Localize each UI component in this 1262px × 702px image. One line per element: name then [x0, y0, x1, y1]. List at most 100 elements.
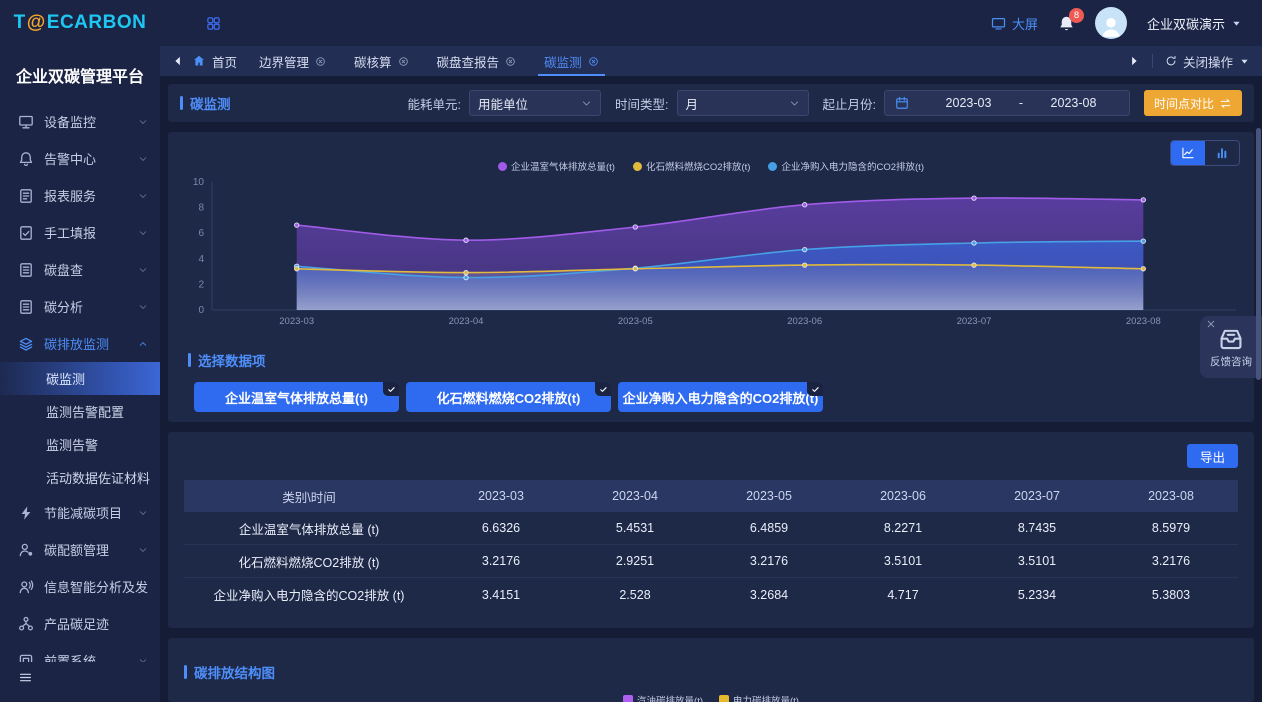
tab-1[interactable]: 边界管理: [259, 46, 326, 76]
close-operations-menu[interactable]: 关闭操作: [1165, 52, 1250, 71]
time-type-value: 月: [686, 94, 699, 113]
feedback-label: 反馈咨询: [1210, 354, 1252, 369]
table-row: 企业温室气体排放总量 (t)6.63265.45316.48598.22718.…: [184, 512, 1238, 545]
sidebar-item[interactable]: 节能减碳项目: [0, 494, 160, 531]
line-chart-toggle-button[interactable]: [1171, 141, 1205, 165]
user-avatar[interactable]: [1095, 7, 1127, 39]
table-header-cell: 2023-03: [434, 489, 568, 503]
broadcast-icon: [18, 579, 34, 595]
accent-bar: [188, 353, 191, 367]
refresh-icon: [1165, 55, 1177, 67]
table-row-label: 企业净购入电力隐含的CO2排放 (t): [184, 585, 434, 604]
sidebar-item[interactable]: 产品碳足迹: [0, 605, 160, 642]
tab-close-button[interactable]: [398, 56, 409, 67]
chevron-down-icon: [581, 98, 592, 109]
sidebar-item[interactable]: 碳排放监测: [0, 325, 160, 362]
svg-text:2023-03: 2023-03: [279, 316, 314, 327]
chevron-down-icon: [138, 265, 148, 275]
tab-close-button[interactable]: [315, 56, 326, 67]
page-title-block: 碳监测: [180, 93, 231, 113]
sidebar-item-label: 报表服务: [44, 186, 138, 205]
tab-4[interactable]: 碳监测: [544, 46, 599, 76]
tab-close-button[interactable]: [505, 56, 516, 67]
data-option-button[interactable]: 化石燃料燃烧CO2排放(t): [406, 382, 611, 412]
tab-close-icon: [588, 56, 599, 67]
sidebar-item[interactable]: 碳盘查: [0, 251, 160, 288]
checked-badge: [383, 382, 399, 396]
sidebar-collapse-button[interactable]: [0, 662, 160, 702]
table-header-cell: 2023-04: [568, 489, 702, 503]
legend-item[interactable]: 企业净购入电力隐含的CO2排放(t): [768, 159, 924, 173]
close-icon: [1206, 319, 1216, 329]
tab-2[interactable]: 碳核算: [354, 46, 409, 76]
sidebar-item[interactable]: 设备监控: [0, 103, 160, 140]
table-cell: 6.6326: [434, 521, 568, 535]
sidebar-subitem[interactable]: 碳监测: [0, 362, 160, 395]
tabs-scroll-left-button[interactable]: [172, 55, 184, 67]
sidebar-item-label: 前置系统: [44, 651, 138, 662]
quota-icon: [18, 542, 34, 558]
big-screen-button[interactable]: 大屏: [991, 14, 1038, 33]
tabs-scroll-right-button[interactable]: [1128, 55, 1140, 67]
sidebar-item-label: 产品碳足迹: [44, 614, 148, 633]
energy-unit-label: 能耗单元:: [408, 94, 461, 113]
sidebar-item[interactable]: 告警中心: [0, 140, 160, 177]
tab-close-icon: [505, 56, 516, 67]
caret-down-icon: [1231, 18, 1242, 29]
legend-item[interactable]: 电力碳排放量(t): [719, 693, 799, 702]
month-range-label: 起止月份:: [823, 94, 876, 113]
legend-item[interactable]: 企业温室气体排放总量(t): [498, 159, 615, 173]
data-option-button[interactable]: 企业净购入电力隐含的CO2排放(t): [618, 382, 823, 412]
tab-home[interactable]: 首页: [192, 52, 237, 71]
carbon-monitor-chart-panel: 企业温室气体排放总量(t)化石燃料燃烧CO2排放(t)企业净购入电力隐含的CO2…: [168, 132, 1254, 422]
system-icon: [18, 653, 34, 663]
sidebar-item[interactable]: 碳配额管理: [0, 531, 160, 568]
close-icon[interactable]: [1206, 319, 1216, 329]
time-compare-button[interactable]: 时间点对比: [1144, 90, 1242, 116]
table-cell: 5.4531: [568, 521, 702, 535]
accent-bar: [184, 665, 187, 679]
sidebar-subitem[interactable]: 监测告警配置: [0, 395, 160, 428]
energy-unit-select[interactable]: 用能单位: [469, 90, 601, 116]
accent-bar: [180, 96, 183, 110]
legend-item[interactable]: 化石燃料燃烧CO2排放(t): [633, 159, 751, 173]
month-range-picker[interactable]: 2023-03 - 2023-08: [884, 90, 1130, 116]
tab-close-button[interactable]: [588, 56, 599, 67]
legend-item[interactable]: 汽油碳排放量(t): [623, 693, 703, 702]
feedback-widget[interactable]: 反馈咨询: [1200, 316, 1262, 378]
table-cell: 6.4859: [702, 521, 836, 535]
table-row: 化石燃料燃烧CO2排放 (t)3.21762.92513.21763.51013…: [184, 545, 1238, 578]
screen-icon: [991, 16, 1006, 31]
sidebar-subitem-label: 活动数据佐证材料: [46, 468, 150, 487]
tab-label: 碳盘查报告: [437, 52, 500, 71]
chart-type-toggle: [1170, 140, 1240, 166]
table-header-cell: 2023-06: [836, 489, 970, 503]
scrollbar-thumb[interactable]: [1256, 128, 1261, 380]
notification-bell-button[interactable]: 8: [1058, 15, 1075, 32]
table-cell: 3.5101: [970, 554, 1104, 568]
data-option-button[interactable]: 企业温室气体排放总量(t): [194, 382, 399, 412]
sidebar-subitem-label: 碳监测: [46, 369, 85, 388]
legend-swatch: [719, 695, 729, 702]
filter-bar: 碳监测 能耗单元: 用能单位 时间类型: 月: [168, 84, 1254, 122]
svg-text:2023-04: 2023-04: [449, 316, 484, 327]
sidebar-item[interactable]: 手工填报: [0, 214, 160, 251]
apps-grid-button[interactable]: [206, 16, 221, 31]
table-cell: 8.5979: [1104, 521, 1238, 535]
home-icon: [192, 54, 206, 68]
export-button[interactable]: 导出: [1187, 444, 1238, 468]
range-separator: -: [1014, 96, 1028, 110]
tab-3[interactable]: 碳盘查报告: [437, 46, 517, 76]
sidebar-item[interactable]: 报表服务: [0, 177, 160, 214]
user-menu[interactable]: 企业双碳演示: [1147, 14, 1242, 33]
calendar-icon: [895, 96, 909, 110]
sidebar-item[interactable]: 碳分析: [0, 288, 160, 325]
sidebar-subitem[interactable]: 监测告警: [0, 428, 160, 461]
data-select-options: 企业温室气体排放总量(t)化石燃料燃烧CO2排放(t)企业净购入电力隐含的CO2…: [184, 370, 1238, 412]
bar-chart-toggle-button[interactable]: [1205, 141, 1239, 165]
table-cell: 2.9251: [568, 554, 702, 568]
time-type-select[interactable]: 月: [677, 90, 809, 116]
sidebar-item[interactable]: 前置系统: [0, 642, 160, 662]
sidebar-item[interactable]: 信息智能分析及发布: [0, 568, 160, 605]
sidebar-subitem[interactable]: 活动数据佐证材料: [0, 461, 160, 494]
